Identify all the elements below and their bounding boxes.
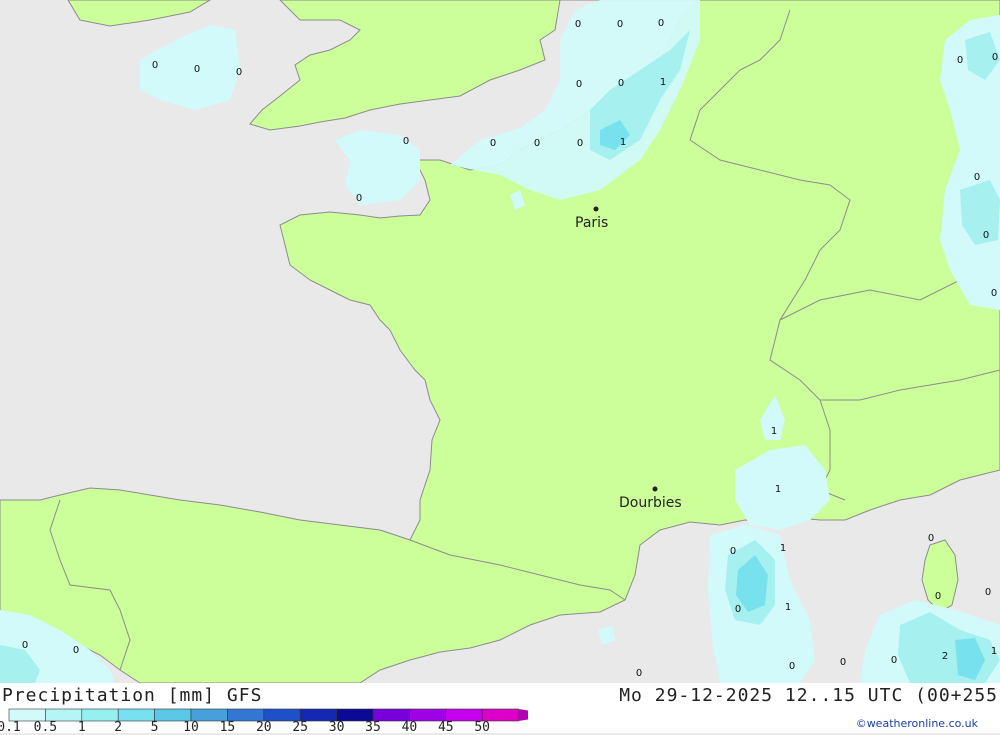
value-label: 0 (534, 138, 540, 149)
legend-swatch (117, 708, 155, 722)
value-label: 0 (935, 591, 941, 602)
value-label: 0 (983, 230, 989, 241)
value-label: 0 (236, 67, 242, 78)
value-label: 0 (735, 604, 741, 615)
value-label: 0 (617, 19, 623, 30)
value-label: 0 (618, 78, 624, 89)
value-label: 0 (490, 138, 496, 149)
value-label: 0 (957, 55, 963, 66)
map-title: Precipitation [mm] GFS (2, 685, 263, 706)
value-label: 0 (356, 193, 362, 204)
dourbies-label: Dourbies (619, 495, 682, 511)
value-label: 1 (780, 543, 786, 554)
value-label: 0 (73, 645, 79, 656)
value-label: 0 (152, 60, 158, 71)
value-label: 0 (891, 655, 897, 666)
value-label: 0 (658, 18, 664, 29)
value-label: 0 (991, 288, 997, 299)
value-label: 0 (194, 64, 200, 75)
value-label: 1 (620, 137, 626, 148)
legend-arrow (518, 709, 528, 721)
value-label: 1 (775, 484, 781, 495)
map-footer: Precipitation [mm] GFS Mo 29-12-2025 12.… (0, 683, 1000, 735)
value-label: 2 (942, 651, 948, 662)
value-label: 1 (660, 77, 666, 88)
legend-swatch (81, 708, 119, 722)
credit-link[interactable]: ©weatheronline.co.uk (856, 717, 978, 730)
value-label: 0 (974, 172, 980, 183)
value-label: 0 (636, 668, 642, 679)
precipitation-map: Paris Dourbies 0 0 0 0 0 0 0 0 1 0 0 0 0… (0, 0, 1000, 683)
value-label: 0 (575, 19, 581, 30)
value-label: 0 (992, 52, 998, 63)
value-label: 0 (730, 546, 736, 557)
value-label: 0 (928, 533, 934, 544)
value-label: 1 (785, 602, 791, 613)
value-label: 1 (991, 646, 997, 657)
value-label: 0 (577, 138, 583, 149)
value-label: 0 (22, 640, 28, 651)
value-label: 0 (840, 657, 846, 668)
value-label: 1 (771, 426, 777, 437)
value-label: 0 (403, 136, 409, 147)
value-label: 0 (985, 587, 991, 598)
dourbies-marker (652, 486, 658, 492)
paris-label: Paris (575, 215, 608, 231)
paris-marker (593, 206, 599, 212)
forecast-datetime: Mo 29-12-2025 12..15 UTC (00+255 (619, 685, 998, 706)
value-label: 0 (576, 79, 582, 90)
value-label: 0 (789, 661, 795, 672)
